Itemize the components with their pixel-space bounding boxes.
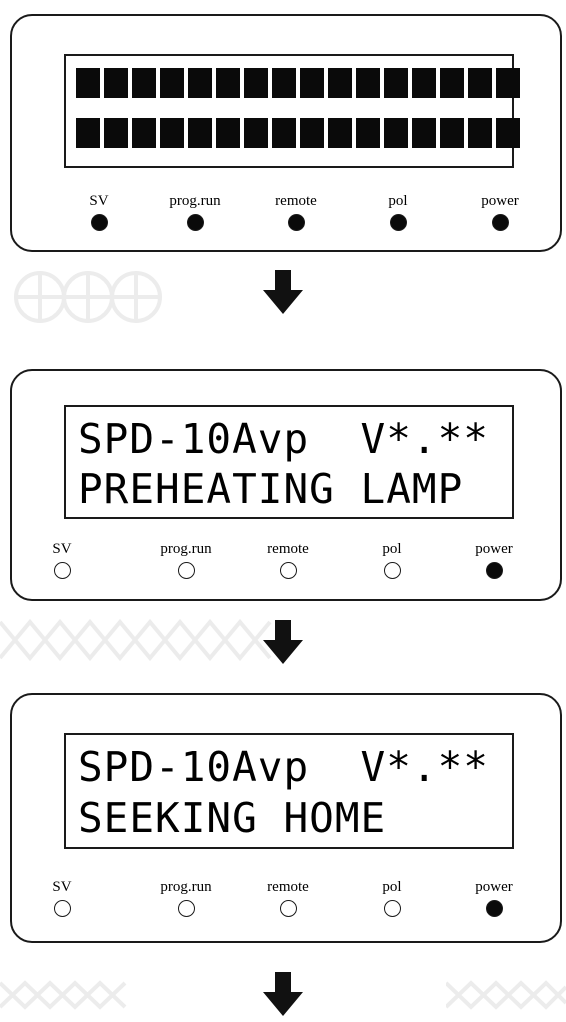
led-pol: pol (347, 539, 437, 579)
led-indicator (485, 562, 503, 579)
down-arrow-icon (263, 270, 303, 314)
lcd-character-block (440, 68, 464, 98)
led-prog-run: prog.run (150, 191, 240, 231)
led-label: power (475, 541, 513, 557)
lcd-character-block (188, 118, 212, 148)
lcd-character-block (272, 68, 296, 98)
lcd-display: SPD-10Avp V*.** SEEKING HOME (64, 733, 514, 849)
lcd-character-block (76, 118, 100, 148)
lcd-display (64, 54, 520, 168)
lcd-line-1: SPD-10Avp V*.** (78, 743, 489, 791)
lcd-character-block (188, 68, 212, 98)
led-label: pol (388, 193, 408, 209)
lcd-character-block (104, 68, 128, 98)
led-pol: pol (347, 877, 437, 917)
lcd-character-block (104, 118, 128, 148)
lcd-character-block (300, 118, 324, 148)
led-power: power (449, 539, 539, 579)
led-label: prog.run (160, 879, 212, 895)
led-sv: SV (17, 539, 107, 579)
down-arrow-icon (263, 620, 303, 664)
status-panel-1: SV prog.run remote pol power (10, 14, 562, 252)
lcd-row-1-blocks (76, 68, 520, 98)
led-indicator (389, 214, 407, 231)
lcd-character-block (496, 68, 520, 98)
lcd-character-block (328, 118, 352, 148)
lcd-character-block (468, 68, 492, 98)
led-indicator (279, 562, 297, 579)
lcd-character-block (132, 68, 156, 98)
status-panel-3: SPD-10Avp V*.** SEEKING HOME SV prog.run… (10, 693, 562, 943)
led-label: remote (267, 879, 309, 895)
lcd-character-block (300, 68, 324, 98)
background-pattern-icon (0, 980, 127, 1010)
led-label: prog.run (160, 541, 212, 557)
led-sv: SV (17, 877, 107, 917)
lcd-character-block (216, 68, 240, 98)
led-indicator (383, 562, 401, 579)
lcd-character-block (160, 68, 184, 98)
led-prog-run: prog.run (141, 539, 231, 579)
led-indicator (279, 900, 297, 917)
lcd-character-block (160, 118, 184, 148)
lcd-character-block (272, 118, 296, 148)
led-label: power (475, 879, 513, 895)
status-panel-2: SPD-10Avp V*.** PREHEATING LAMP SV prog.… (10, 369, 562, 601)
led-indicator (90, 214, 108, 231)
led-remote: remote (243, 539, 333, 579)
lcd-character-block (244, 68, 268, 98)
background-pattern-icon (446, 980, 566, 1010)
led-remote: remote (251, 191, 341, 231)
led-pol: pol (353, 191, 443, 231)
led-power: power (449, 877, 539, 917)
led-label: power (481, 193, 519, 209)
led-remote: remote (243, 877, 333, 917)
led-label: pol (382, 879, 402, 895)
led-label: SV (52, 541, 72, 557)
lcd-character-block (328, 68, 352, 98)
lcd-character-block (412, 118, 436, 148)
led-indicator (485, 900, 503, 917)
led-prog-run: prog.run (141, 877, 231, 917)
lcd-display: SPD-10Avp V*.** PREHEATING LAMP (64, 405, 514, 519)
led-indicator (287, 214, 305, 231)
lcd-character-block (496, 118, 520, 148)
lcd-row-2-blocks (76, 118, 520, 148)
led-sv: SV (54, 191, 144, 231)
led-label: pol (382, 541, 402, 557)
led-indicator (53, 562, 71, 579)
down-arrow-icon (263, 972, 303, 1016)
lcd-character-block (216, 118, 240, 148)
lcd-character-block (440, 118, 464, 148)
led-power: power (455, 191, 545, 231)
led-label: SV (89, 193, 109, 209)
lcd-character-block (384, 118, 408, 148)
lcd-character-block (384, 68, 408, 98)
lcd-line-1: SPD-10Avp V*.** (78, 415, 489, 463)
led-indicator (383, 900, 401, 917)
lcd-line-2: PREHEATING LAMP (78, 465, 464, 513)
lcd-character-block (132, 118, 156, 148)
led-label: remote (275, 193, 317, 209)
lcd-character-block (356, 68, 380, 98)
led-label: remote (267, 541, 309, 557)
lcd-character-block (244, 118, 268, 148)
background-pattern-icon (0, 618, 272, 662)
led-indicator (177, 562, 195, 579)
lcd-character-block (468, 118, 492, 148)
led-indicator (53, 900, 71, 917)
led-indicator (186, 214, 204, 231)
led-indicator (177, 900, 195, 917)
lcd-character-block (356, 118, 380, 148)
lcd-character-block (412, 68, 436, 98)
lcd-character-block (76, 68, 100, 98)
led-label: prog.run (169, 193, 221, 209)
led-indicator (491, 214, 509, 231)
background-pattern-icon (14, 271, 162, 323)
led-label: SV (52, 879, 72, 895)
lcd-line-2: SEEKING HOME (78, 794, 387, 842)
